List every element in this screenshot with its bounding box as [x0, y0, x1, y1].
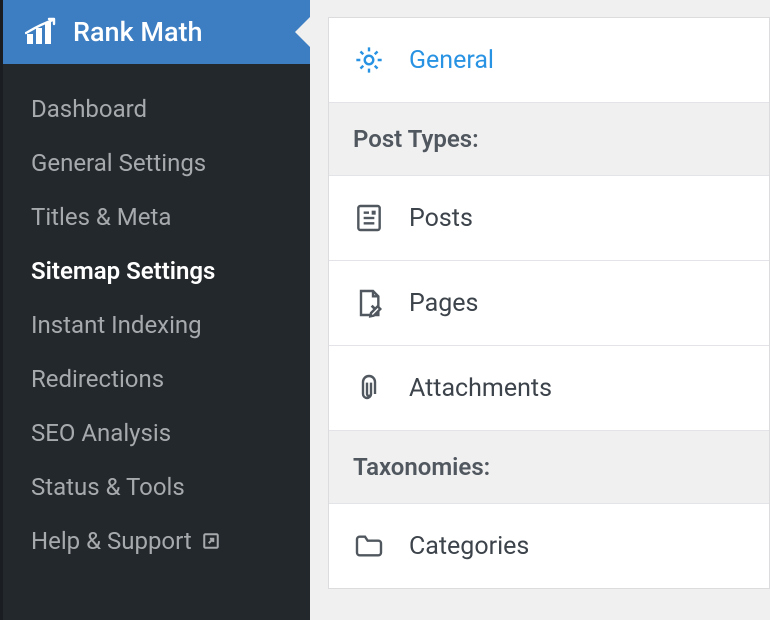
sidebar-item-label: Titles & Meta	[31, 203, 171, 231]
sidebar-item-label: Sitemap Settings	[31, 257, 215, 285]
tab-categories[interactable]: Categories	[329, 504, 769, 588]
sidebar-item-general-settings[interactable]: General Settings	[3, 136, 310, 190]
sidebar-plugin-title: Rank Math	[73, 16, 203, 48]
external-link-icon	[202, 532, 220, 550]
sidebar-item-status-tools[interactable]: Status & Tools	[3, 460, 310, 514]
tab-pages[interactable]: Pages	[329, 261, 769, 346]
post-icon	[353, 202, 385, 234]
sidebar-menu: Dashboard General Settings Titles & Meta…	[3, 64, 310, 568]
sidebar-item-redirections[interactable]: Redirections	[3, 352, 310, 406]
top-spacer	[328, 0, 770, 18]
tab-label: Attachments	[409, 374, 552, 403]
sidebar-plugin-header[interactable]: Rank Math	[3, 0, 310, 64]
section-header-label: Post Types:	[353, 125, 479, 153]
sidebar-item-seo-analysis[interactable]: SEO Analysis	[3, 406, 310, 460]
sidebar-item-sitemap-settings[interactable]: Sitemap Settings	[3, 244, 310, 298]
settings-panel: General Post Types: Posts	[328, 18, 770, 589]
tab-posts[interactable]: Posts	[329, 176, 769, 261]
tab-label: Posts	[409, 204, 473, 233]
page-icon	[353, 287, 385, 319]
folder-icon	[353, 530, 385, 562]
section-header-post-types: Post Types:	[329, 103, 769, 176]
sidebar-item-label: Dashboard	[31, 95, 147, 123]
sidebar-item-label: Instant Indexing	[31, 311, 202, 339]
section-header-label: Taxonomies:	[353, 453, 490, 481]
tab-general[interactable]: General	[329, 18, 769, 103]
sidebar-item-label: Status & Tools	[31, 473, 185, 501]
rank-math-logo-icon	[25, 17, 59, 47]
sidebar-item-label: Redirections	[31, 365, 164, 393]
sidebar-item-label: General Settings	[31, 149, 206, 177]
sidebar-item-label: SEO Analysis	[31, 419, 171, 447]
main-content: General Post Types: Posts	[310, 0, 770, 620]
section-header-taxonomies: Taxonomies:	[329, 431, 769, 504]
sidebar-item-label: Help & Support	[31, 527, 192, 555]
sidebar-item-instant-indexing[interactable]: Instant Indexing	[3, 298, 310, 352]
admin-sidebar: Rank Math Dashboard General Settings Tit…	[0, 0, 310, 620]
tab-label: Pages	[409, 289, 478, 318]
tab-label: Categories	[409, 532, 529, 561]
sidebar-item-titles-meta[interactable]: Titles & Meta	[3, 190, 310, 244]
tab-attachments[interactable]: Attachments	[329, 346, 769, 431]
gear-icon	[353, 44, 385, 76]
attachment-icon	[353, 372, 385, 404]
sidebar-item-help-support[interactable]: Help & Support	[3, 514, 310, 568]
sidebar-item-dashboard[interactable]: Dashboard	[3, 82, 310, 136]
tab-label: General	[409, 46, 494, 75]
